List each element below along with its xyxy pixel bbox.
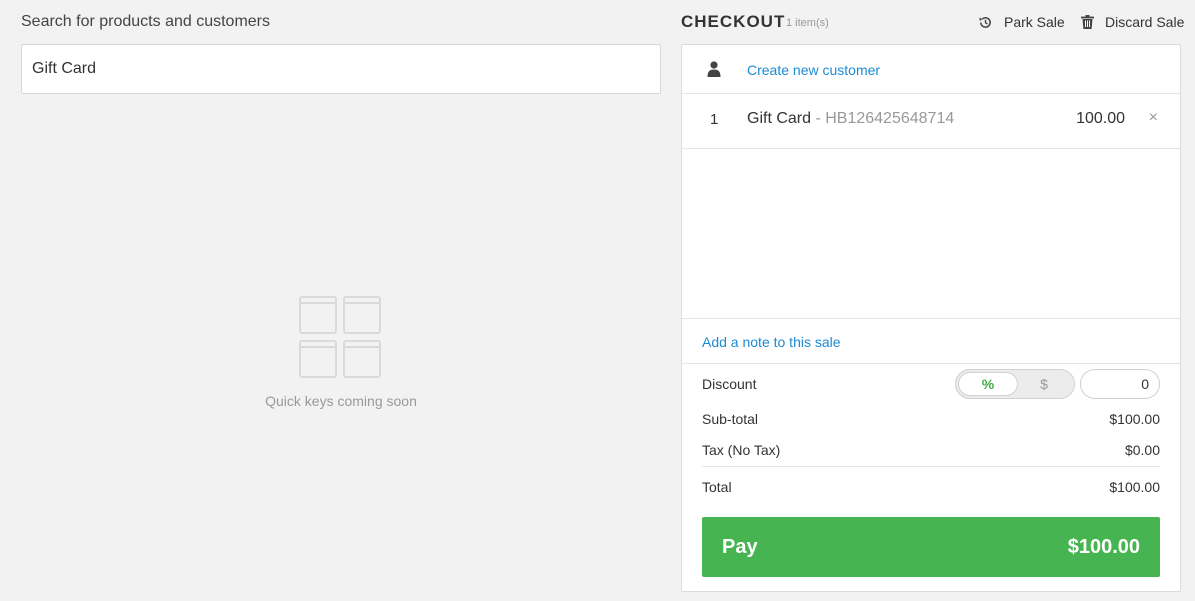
checkout-item-count: 1 item(s) (786, 17, 829, 29)
discount-label: Discount (702, 376, 757, 392)
line-item-name: Gift Card - HB126425648714 (747, 110, 954, 128)
discount-input[interactable] (1080, 369, 1160, 399)
pay-label: Pay (722, 536, 758, 558)
remove-item-icon[interactable]: × (1149, 109, 1158, 127)
discard-sale-button[interactable]: Discard Sale (1081, 14, 1184, 30)
line-item-qty: 1 (710, 111, 719, 128)
subtotal-value: $100.00 (1109, 411, 1160, 427)
total-divider (702, 466, 1160, 467)
pay-button[interactable]: Pay $100.00 (702, 517, 1160, 577)
tax-row: Tax (No Tax) $0.00 (702, 442, 1160, 458)
subtotal-label: Sub-total (702, 411, 759, 427)
discount-dollar-option[interactable]: $ (1014, 372, 1074, 396)
quick-keys-message: Quick keys coming soon (265, 393, 417, 409)
quick-keys-placeholder: Quick keys coming soon (260, 296, 422, 409)
line-item-row[interactable]: 1 Gift Card - HB126425648714 100.00 × (682, 94, 1180, 149)
total-value: $100.00 (1109, 479, 1160, 495)
discard-sale-label: Discard Sale (1105, 14, 1185, 30)
user-icon (707, 61, 721, 82)
park-sale-button[interactable]: Park Sale (978, 14, 1065, 30)
checkout-title: CHECKOUT (681, 12, 786, 31)
add-note-link[interactable]: Add a note to this sale (702, 334, 841, 350)
park-sale-label: Park Sale (1004, 14, 1065, 30)
subtotal-row: Sub-total $100.00 (702, 411, 1160, 427)
pay-amount: $100.00 (1067, 536, 1140, 558)
discount-type-toggle[interactable]: % $ (955, 369, 1075, 399)
discount-percent-option[interactable]: % (958, 372, 1018, 396)
total-row: Total $100.00 (702, 479, 1160, 495)
total-label: Total (702, 479, 732, 495)
line-item-sku: - HB126425648714 (811, 110, 955, 127)
trash-icon (1081, 15, 1094, 29)
tax-label: Tax (No Tax) (702, 442, 781, 458)
history-icon (978, 15, 993, 30)
quick-keys-grid-icon (299, 296, 383, 380)
customer-row: Create new customer (682, 45, 1180, 94)
tax-value: $0.00 (1124, 442, 1160, 458)
search-label: Search for products and customers (21, 13, 271, 30)
line-item-price: 100.00 (1076, 110, 1125, 127)
checkout-panel: Create new customer 1 Gift Card - HB1264… (681, 44, 1181, 592)
note-row: Add a note to this sale (682, 318, 1180, 364)
search-input[interactable] (21, 44, 661, 94)
create-customer-link[interactable]: Create new customer (747, 62, 880, 78)
line-item-product: Gift Card (747, 110, 812, 127)
